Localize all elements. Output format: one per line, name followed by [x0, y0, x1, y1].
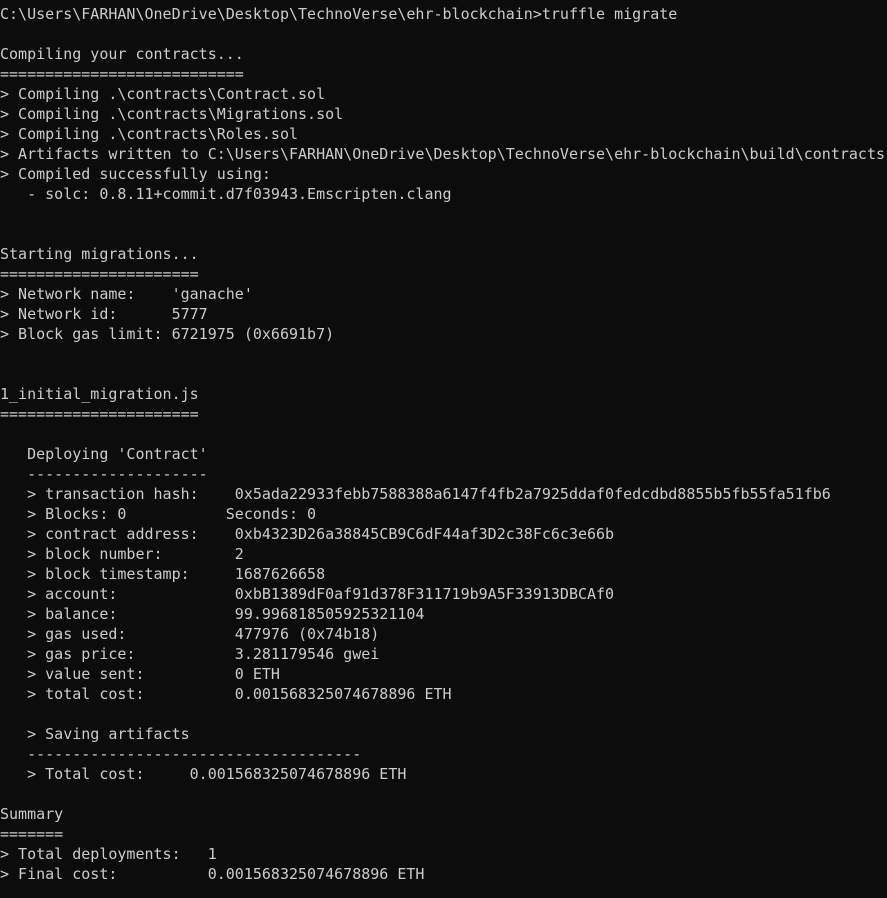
terminal-line: > Compiled successfully using:: [0, 165, 271, 183]
terminal-line: ======================: [0, 405, 199, 423]
terminal-line: > gas price: 3.281179546 gwei: [0, 645, 380, 663]
terminal-line: - solc: 0.8.11+commit.d7f03943.Emscripte…: [0, 185, 452, 203]
terminal-line: > contract address: 0xb4323D26a38845CB9C…: [0, 525, 615, 543]
terminal-line: > transaction hash: 0x5ada22933febb75883…: [0, 485, 831, 503]
terminal-line: > Block gas limit: 6721975 (0x6691b7): [0, 325, 335, 343]
terminal-line: > Total cost: 0.001568325074678896 ETH: [0, 765, 407, 783]
terminal-line: > Final cost: 0.001568325074678896 ETH: [0, 865, 425, 883]
terminal-line: --------------------: [0, 465, 208, 483]
terminal-line: > gas used: 477976 (0x74b18): [0, 625, 380, 643]
terminal-line: > Artifacts written to C:\Users\FARHAN\O…: [0, 145, 886, 163]
terminal-line: > Blocks: 0 Seconds: 0: [0, 505, 317, 523]
terminal-line: > Saving artifacts: [0, 725, 190, 743]
terminal-line: > Total deployments: 1: [0, 845, 217, 863]
terminal-line: > Compiling .\contracts\Contract.sol: [0, 85, 326, 103]
terminal-line: -------------------------------------: [0, 745, 362, 763]
terminal-line: > Compiling .\contracts\Migrations.sol: [0, 105, 344, 123]
terminal-line: =======: [0, 825, 64, 843]
terminal-line: ======================: [0, 265, 199, 283]
terminal-line: ===========================: [0, 65, 244, 83]
terminal-line: > Compiling .\contracts\Roles.sol: [0, 125, 299, 143]
terminal-line: > block timestamp: 1687626658: [0, 565, 326, 583]
terminal-line: 1_initial_migration.js: [0, 385, 199, 403]
terminal-window[interactable]: C:\Users\FARHAN\OneDrive\Desktop\TechnoV…: [0, 0, 887, 898]
terminal-line: > block number: 2: [0, 545, 244, 563]
terminal-line: > account: 0xbB1389dF0af91d378F311719b9A…: [0, 585, 615, 603]
terminal-line: > value sent: 0 ETH: [0, 665, 280, 683]
terminal-line: > balance: 99.996818505925321104: [0, 605, 425, 623]
terminal-line: Starting migrations...: [0, 245, 199, 263]
terminal-line: > Network id: 5777: [0, 305, 208, 323]
terminal-line: C:\Users\FARHAN\OneDrive\Desktop\TechnoV…: [0, 5, 678, 23]
terminal-line: Summary: [0, 805, 64, 823]
terminal-line: Compiling your contracts...: [0, 45, 244, 63]
terminal-line: > Network name: 'ganache': [0, 285, 253, 303]
terminal-line: > total cost: 0.001568325074678896 ETH: [0, 685, 452, 703]
terminal-line: Deploying 'Contract': [0, 445, 208, 463]
